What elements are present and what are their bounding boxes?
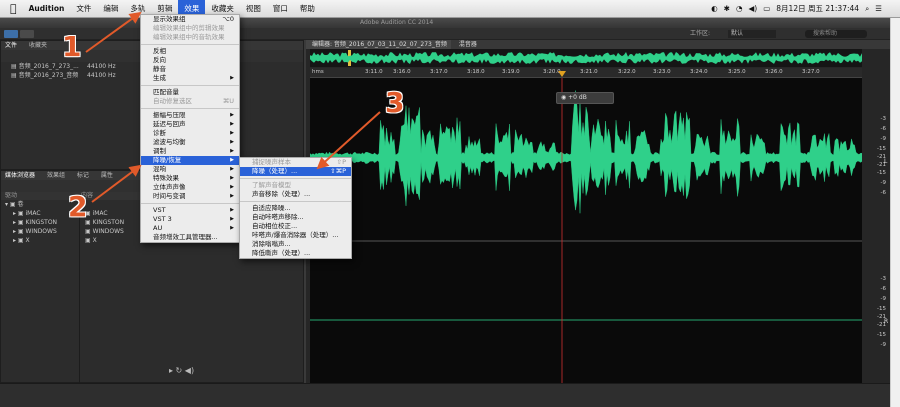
arrow-1 <box>85 11 142 53</box>
arrow-3 <box>316 111 381 170</box>
arrow-2 <box>91 164 142 203</box>
annotation-number-3: 3 <box>385 86 405 119</box>
annotation-layer <box>85 11 381 203</box>
annotation-number-1: 1 <box>62 30 82 63</box>
annotation-number-2: 2 <box>68 190 88 223</box>
